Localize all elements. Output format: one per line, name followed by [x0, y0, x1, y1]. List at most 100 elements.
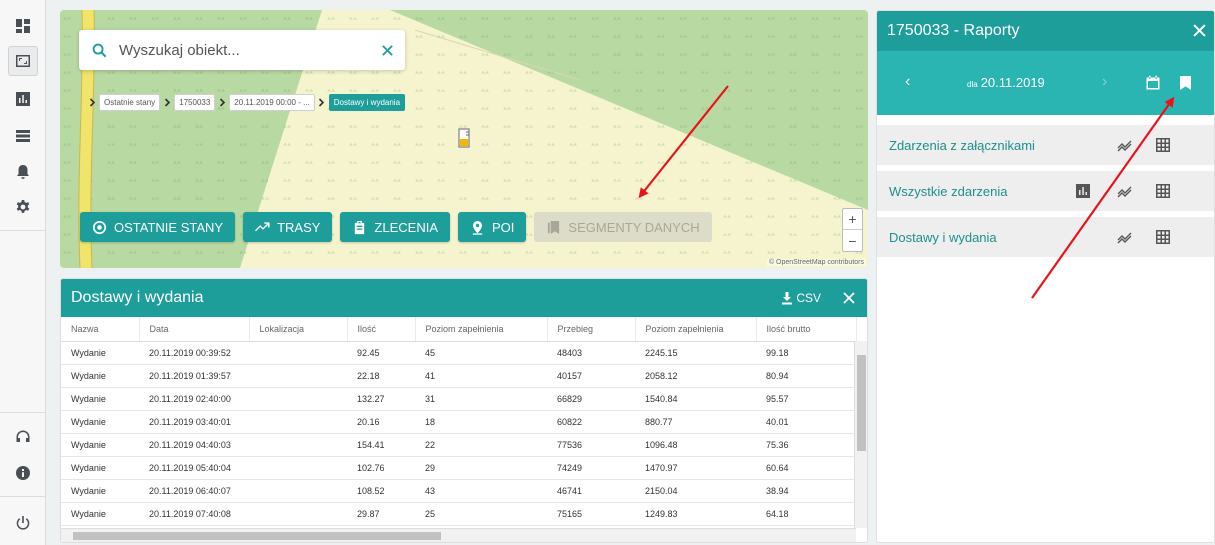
table-cell: 31 — [415, 387, 547, 411]
horizontal-scrollbar[interactable] — [61, 528, 856, 542]
table-cell — [249, 433, 347, 457]
bar-chart-icon — [1076, 184, 1090, 198]
table-column-headers: Nazwa Data Lokalizacja Ilość Poziom zape… — [61, 317, 857, 342]
table-view-button[interactable] — [1155, 229, 1171, 248]
scroll-thumb[interactable] — [857, 355, 866, 451]
table-body: Wydanie 20.11.2019 00:39:52 92.45 45 48403 22… — [61, 341, 856, 526]
table-row[interactable]: Wydanie 20.11.2019 02:40:00 132.27 31 66829 1… — [61, 387, 856, 411]
table-cell: 20.11.2019 01:39:57 — [139, 364, 249, 388]
trend-chart-icon — [1117, 186, 1132, 198]
table-cell: 74249 — [547, 456, 635, 480]
table-cell: 102.76 — [347, 456, 415, 480]
report-item[interactable]: Wszystkie zdarzenia — [877, 171, 1214, 211]
nav-dashboard[interactable] — [8, 11, 38, 41]
close-reports-button[interactable] — [1193, 21, 1206, 42]
nav-alerts[interactable] — [8, 157, 38, 187]
poi-label: POI — [492, 219, 515, 235]
table-cell: 22.18 — [347, 364, 415, 388]
clear-search-button[interactable] — [369, 44, 405, 57]
column-header[interactable]: Przebieg — [547, 317, 636, 342]
close-icon — [381, 44, 393, 56]
routes-button[interactable]: TRASY — [243, 212, 333, 242]
search-box[interactable] — [79, 30, 405, 70]
calendar-button[interactable] — [1145, 75, 1161, 96]
table-view-button[interactable] — [1155, 183, 1171, 202]
breadcrumb-item[interactable]: 1750033 — [174, 93, 216, 111]
csv-export-button[interactable]: CSV — [781, 291, 821, 305]
chevron-right-icon — [215, 92, 229, 112]
table-row[interactable]: Wydanie 20.11.2019 06:40:07 108.52 43 46741 2… — [61, 479, 856, 503]
column-header[interactable]: Ilość brutto — [756, 317, 857, 342]
zoom-out-button[interactable]: − — [843, 230, 862, 251]
table-cell — [249, 387, 347, 411]
table-view-button[interactable] — [1155, 137, 1171, 156]
breadcrumb-item[interactable]: Ostatnie stany — [99, 93, 161, 111]
poi-button[interactable]: POI — [458, 212, 527, 242]
last-states-button[interactable]: OSTATNIE STANY — [80, 212, 236, 242]
breadcrumb-item-current[interactable]: Dostawy i wydania — [328, 93, 406, 111]
bookmark-stack-icon — [548, 220, 560, 234]
vertical-scrollbar[interactable] — [854, 341, 867, 528]
nav-divider — [0, 230, 46, 231]
map-view[interactable]: Ostatnie stany 1750033 20.11.2019 00:00 … — [60, 10, 868, 268]
bookmark-button[interactable] — [1179, 75, 1192, 96]
column-header[interactable]: Lokalizacja — [249, 317, 348, 342]
bar-chart-icon — [16, 92, 30, 106]
chart-view-button[interactable] — [1117, 229, 1133, 248]
search-input[interactable] — [119, 41, 369, 59]
breadcrumb: Ostatnie stany 1750033 20.11.2019 00:00 … — [85, 92, 406, 112]
nav-list[interactable] — [8, 121, 38, 151]
report-item-active[interactable]: Dostawy i wydania — [877, 217, 1214, 257]
column-header[interactable]: Poziom zapełnienia — [415, 317, 548, 342]
breadcrumb-item[interactable]: 20.11.2019 00:00 - ... — [229, 93, 315, 111]
chart-view-button[interactable] — [1117, 137, 1133, 156]
table-cell: 108.52 — [347, 479, 415, 503]
bar-chart-button[interactable] — [1075, 183, 1091, 202]
close-table-button[interactable] — [843, 288, 855, 309]
orders-button[interactable]: ZLECENIA — [340, 212, 450, 242]
download-icon — [782, 291, 793, 304]
column-header[interactable]: Nazwa — [61, 317, 140, 342]
nav-reports[interactable] — [8, 84, 38, 114]
nav-map[interactable] — [8, 46, 38, 76]
table-row[interactable]: Wydanie 20.11.2019 04:40:03 154.41 22 77536 1… — [61, 433, 856, 457]
next-day-button[interactable]: › — [1102, 73, 1107, 91]
table-row[interactable]: Wydanie 20.11.2019 07:40:08 29.87 25 75165 12… — [61, 502, 856, 526]
table-title: Dostawy i wydania — [71, 289, 204, 306]
table-row[interactable]: Wydanie 20.11.2019 05:40:04 102.76 29 74249 1… — [61, 456, 856, 480]
table-row[interactable]: Wydanie 20.11.2019 00:39:52 92.45 45 48403 22… — [61, 341, 856, 365]
report-item[interactable]: Zdarzenia z załącznikami — [877, 125, 1214, 165]
column-header[interactable]: Poziom zapełnienia — [635, 317, 757, 342]
reports-header: 1750033 - Raporty — [877, 11, 1214, 51]
nav-logout[interactable] — [8, 508, 38, 538]
table-cell: Wydanie — [61, 479, 139, 503]
previous-day-button[interactable]: ‹ — [905, 73, 910, 91]
scroll-thumb[interactable] — [73, 532, 441, 540]
vehicle-marker[interactable] — [458, 128, 470, 153]
clipboard-icon — [355, 220, 365, 234]
table-cell: 38.94 — [756, 479, 856, 503]
chart-view-button[interactable] — [1117, 183, 1133, 202]
column-header[interactable]: Ilość — [347, 317, 416, 342]
app: Ostatnie stany 1750033 20.11.2019 00:00 … — [0, 0, 1215, 545]
map-attribution[interactable]: © OpenStreetMap contributors — [766, 259, 866, 266]
zoom-in-button[interactable]: + — [843, 209, 862, 230]
table-cell: Wydanie — [61, 364, 139, 388]
grid-icon — [1156, 138, 1170, 152]
table-cell: 41 — [415, 364, 547, 388]
nav-info[interactable] — [8, 458, 38, 488]
nav-divider — [0, 412, 46, 413]
date-prefix: dla — [967, 80, 978, 89]
data-segments-button[interactable]: SEGMENTY DANYCH — [534, 212, 712, 242]
nav-support[interactable] — [8, 422, 38, 452]
calendar-icon — [1146, 75, 1160, 90]
table-cell — [249, 341, 347, 365]
info-icon — [16, 466, 30, 480]
table-row[interactable]: Wydanie 20.11.2019 03:40:01 20.16 18 60822 88… — [61, 410, 856, 434]
nav-settings[interactable] — [8, 192, 38, 222]
trend-chart-icon — [1117, 232, 1132, 244]
table-row[interactable]: Wydanie 20.11.2019 01:39:57 22.18 41 40157 20… — [61, 364, 856, 388]
orders-label: ZLECENIA — [374, 219, 438, 235]
close-icon — [1193, 23, 1206, 37]
column-header[interactable]: Data — [139, 317, 250, 342]
